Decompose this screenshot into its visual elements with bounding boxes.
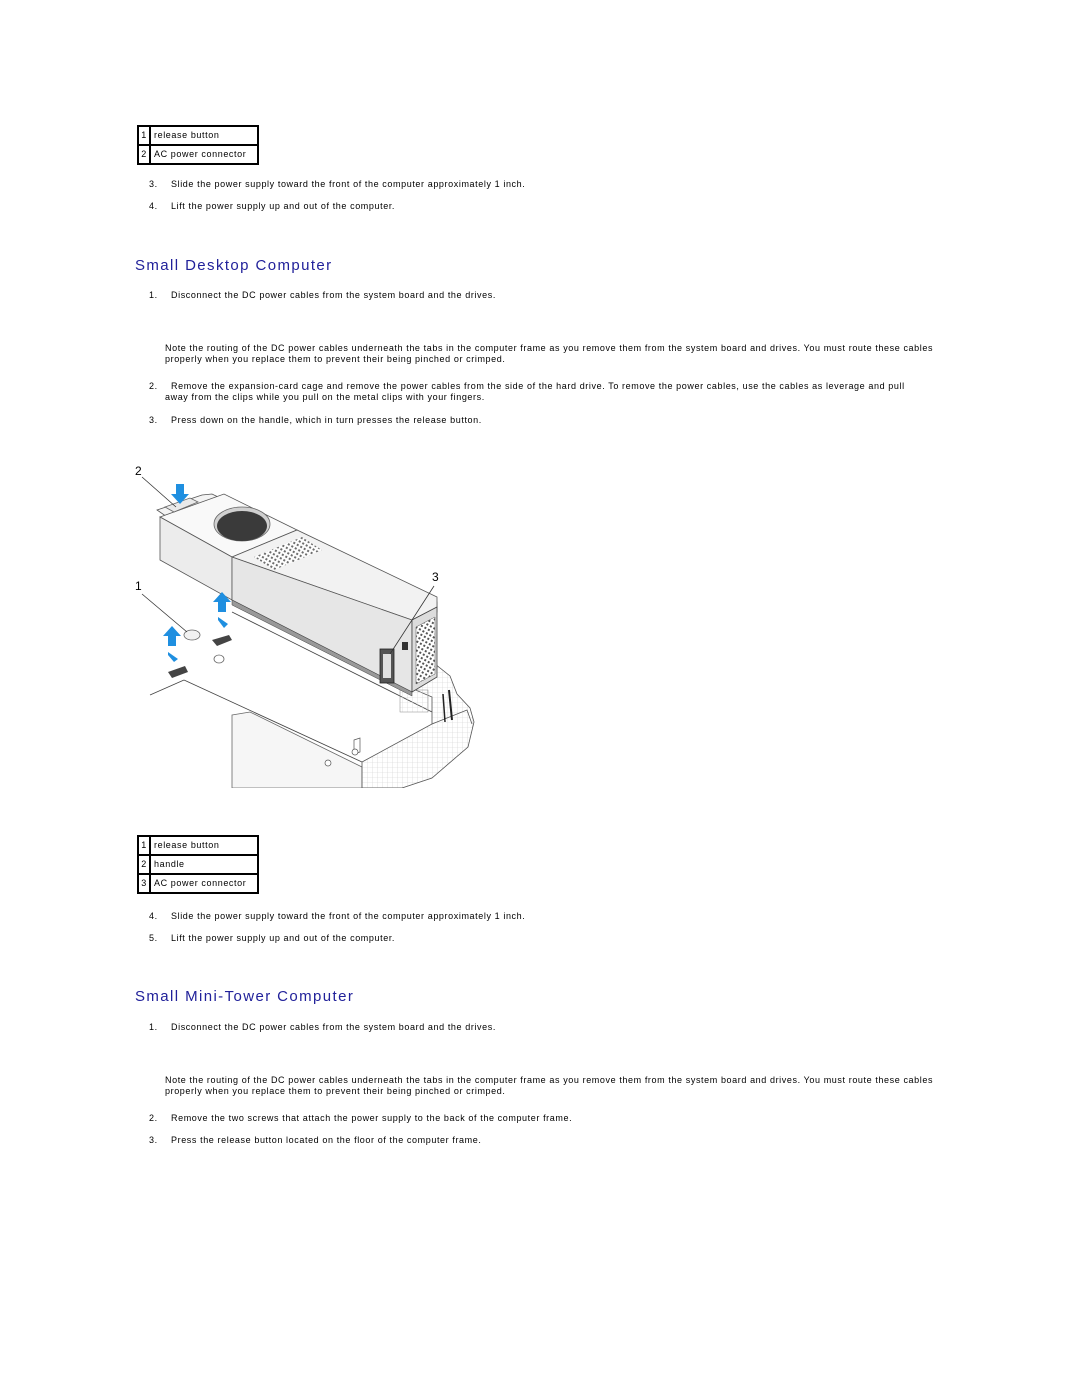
legend-table-top: 1 release button 2 AC power connector	[137, 125, 259, 165]
step-number: 2.	[149, 381, 158, 391]
step-text: Lift the power supply up and out of the …	[171, 201, 396, 211]
step-number: 1.	[149, 1022, 158, 1032]
callout-2: 2	[135, 464, 142, 478]
legend-label: AC power connector	[149, 144, 259, 165]
step-text: Slide the power supply toward the front …	[171, 179, 526, 189]
legend-number: 2	[137, 854, 151, 875]
legend-row: 3 AC power connector	[137, 873, 259, 894]
section-heading-small-mini-tower: Small Mini-Tower Computer	[135, 988, 355, 1005]
callout-3: 3	[432, 570, 439, 584]
step-text: Disconnect the DC power cables from the …	[171, 290, 496, 300]
voltage-switch	[402, 642, 408, 650]
step-text: Remove the expansion-card cage and remov…	[165, 381, 905, 402]
legend-label: handle	[149, 854, 259, 875]
step-number: 4.	[149, 911, 158, 921]
legend-number: 3	[137, 873, 151, 894]
step-number: 1.	[149, 290, 158, 300]
legend-number: 2	[137, 144, 151, 165]
legend-row: 1 release button	[137, 125, 259, 146]
legend-row: 2 handle	[137, 854, 259, 875]
step-number: 5.	[149, 933, 158, 943]
power-supply-illustration: 2 1 3	[132, 462, 477, 789]
step-text: Press down on the handle, which in turn …	[171, 415, 482, 425]
note-text: Note the routing of the DC power cables …	[165, 1075, 934, 1096]
legend-label: AC power connector	[149, 873, 259, 894]
power-supply-unit	[156, 493, 438, 697]
legend-number: 1	[137, 835, 151, 856]
legend-number: 1	[137, 125, 151, 146]
step-number: 4.	[149, 201, 158, 211]
legend-row: 2 AC power connector	[137, 144, 259, 165]
legend-table-small-desktop: 1 release button 2 handle 3 AC power con…	[137, 835, 259, 894]
power-supply-drawing	[141, 476, 475, 789]
callout-1: 1	[135, 579, 142, 593]
up-arrow-icon	[163, 626, 181, 662]
section-heading-small-desktop: Small Desktop Computer	[135, 257, 333, 274]
step-number: 2.	[149, 1113, 158, 1123]
chassis-frame	[231, 659, 475, 789]
note-text: Note the routing of the DC power cables …	[165, 343, 934, 364]
legend-label: release button	[149, 835, 259, 856]
fan-icon	[217, 511, 267, 541]
step-text: Disconnect the DC power cables from the …	[171, 1022, 496, 1032]
step-number: 3.	[149, 179, 158, 189]
legend-row: 1 release button	[137, 835, 259, 856]
step-text: Lift the power supply up and out of the …	[171, 933, 396, 943]
step-number: 3.	[149, 415, 158, 425]
step-text: Slide the power supply toward the front …	[171, 911, 526, 921]
floor-details	[168, 629, 232, 678]
step-text: Press the release button located on the …	[171, 1135, 482, 1145]
step-number: 3.	[149, 1135, 158, 1145]
legend-label: release button	[149, 125, 259, 146]
step-text: Remove the two screws that attach the po…	[171, 1113, 573, 1123]
